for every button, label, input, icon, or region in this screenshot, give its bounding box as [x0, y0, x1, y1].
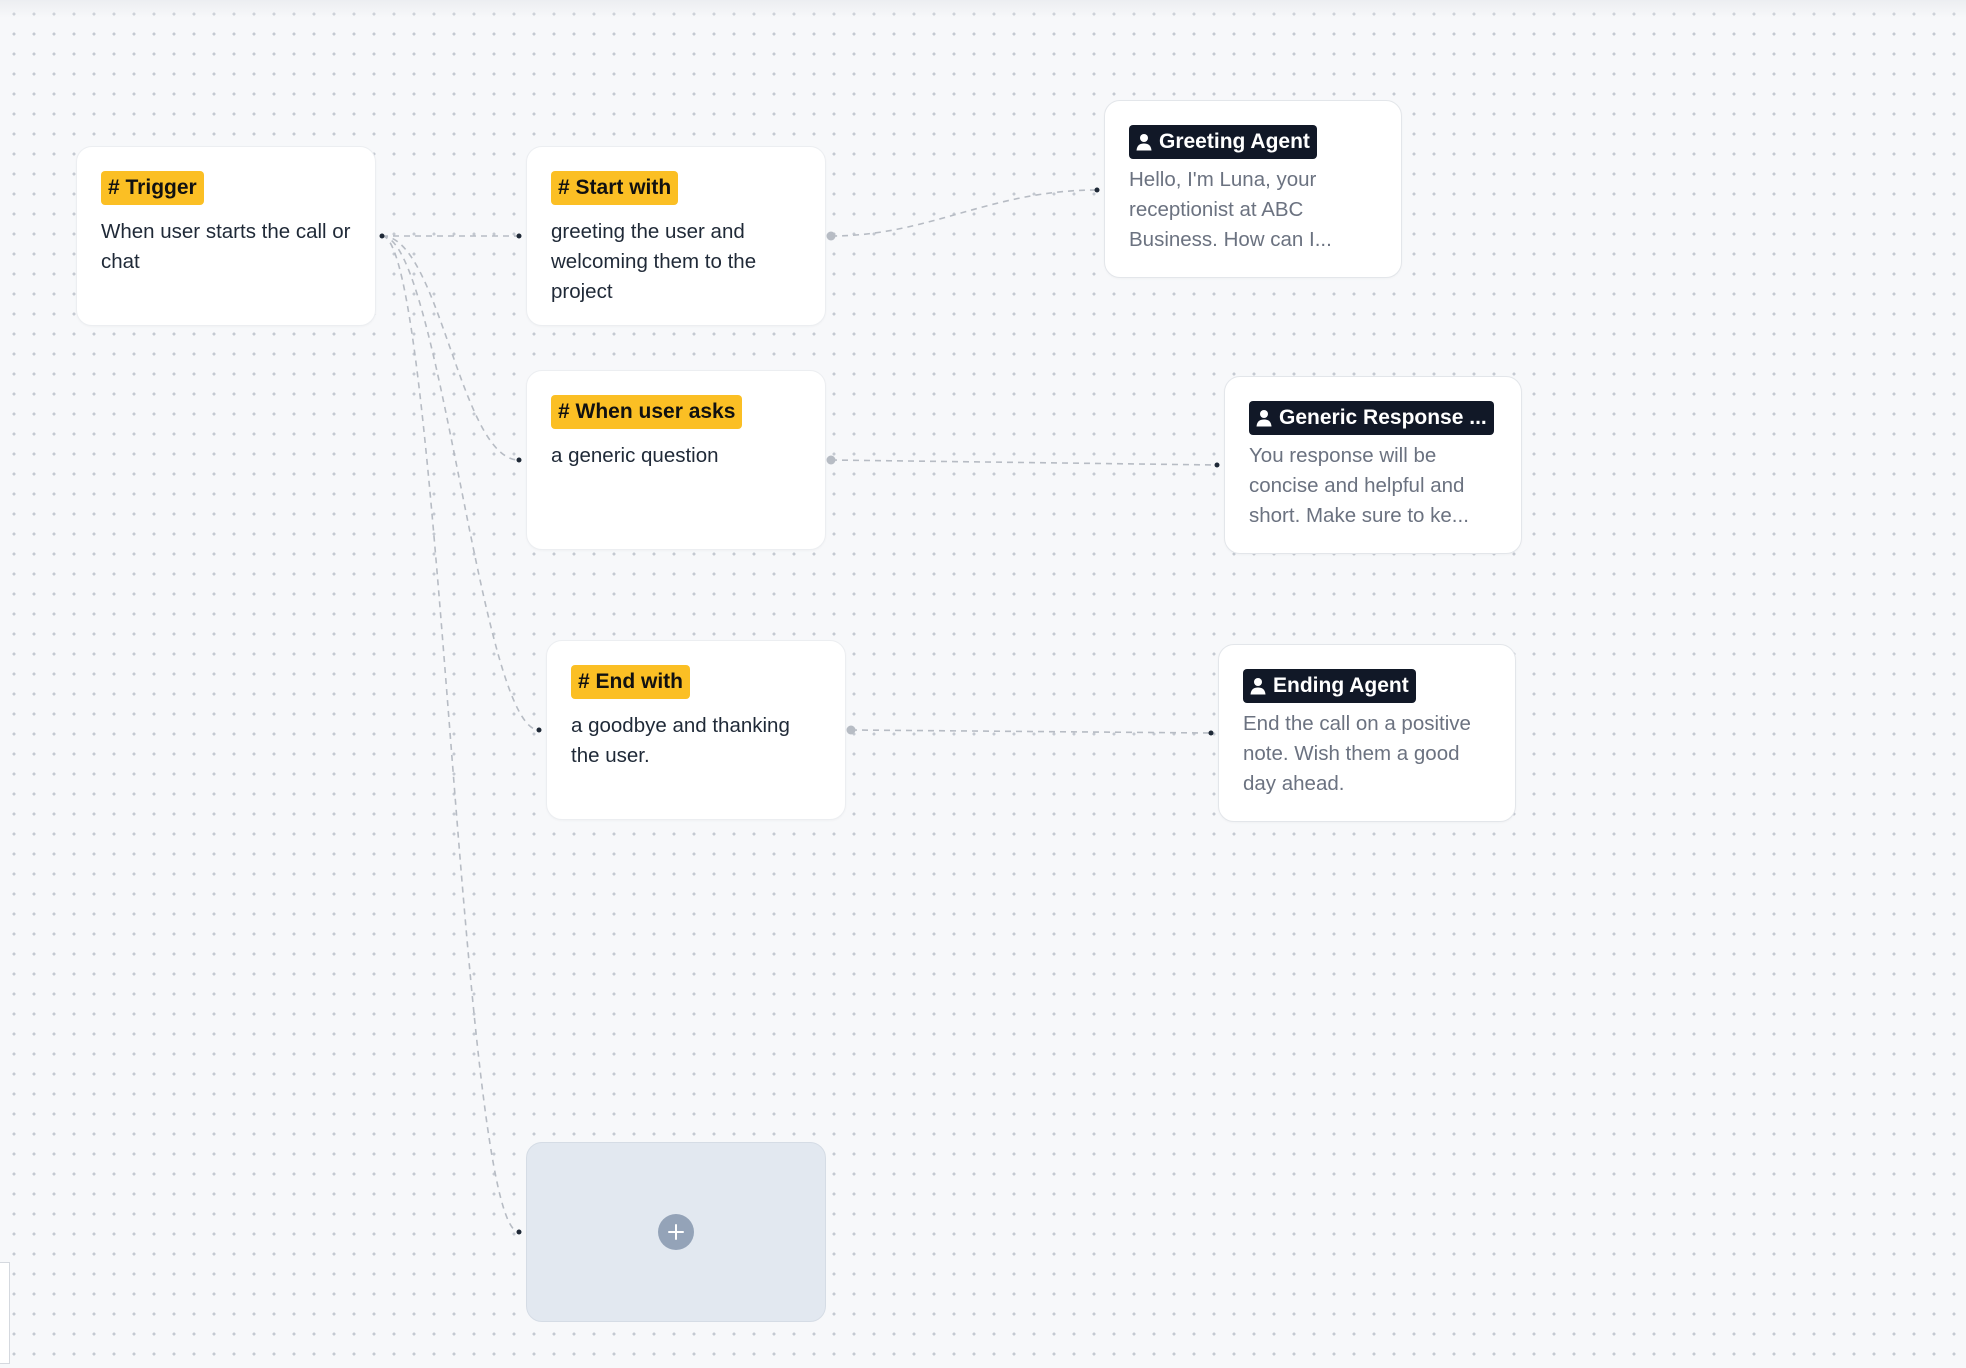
handle-generic-out	[826, 455, 836, 465]
agent-name: Greeting Agent	[1159, 130, 1310, 153]
node-description: a generic question	[551, 444, 719, 467]
agent-tag: Ending Agent	[1243, 669, 1416, 703]
agent-prompt-preview: Hello, I'm Luna, your receptionist at AB…	[1129, 168, 1332, 251]
canvas-controls-panel[interactable]	[0, 1262, 10, 1364]
agent-tag: Greeting Agent	[1129, 125, 1317, 159]
agent-tag: Generic Response ...	[1249, 401, 1494, 435]
user-icon	[1256, 409, 1272, 427]
handle-trigger-out	[379, 233, 385, 239]
end-with-node[interactable]: # End with a goodbye and thanking the us…	[546, 640, 846, 820]
greeting-agent-node[interactable]: Greeting Agent Hello, I'm Luna, your rec…	[1104, 100, 1402, 278]
edge-end-agent	[850, 729, 1212, 734]
edge-start-greeting	[830, 189, 1098, 237]
agent-name: Generic Response ...	[1279, 406, 1487, 429]
when-user-asks-node[interactable]: # When user asks a generic question	[526, 370, 826, 550]
node-description: greeting the user and welcoming them to …	[551, 220, 757, 303]
trigger-node[interactable]: # Trigger When user starts the call or c…	[76, 146, 376, 326]
handle-end-out	[846, 725, 856, 735]
plus-icon[interactable]	[658, 1214, 694, 1250]
handle-ending-in	[1208, 730, 1214, 736]
node-tag: # When user asks	[551, 395, 743, 429]
node-tag: # Trigger	[101, 171, 204, 205]
handle-greeting-in	[1094, 187, 1100, 193]
agent-name: Ending Agent	[1273, 674, 1409, 697]
handle-end-in	[536, 727, 542, 733]
handle-generic-agent-in	[1214, 462, 1220, 468]
node-description: When user starts the call or chat	[101, 220, 351, 273]
user-icon	[1136, 133, 1152, 151]
node-tag: # Start with	[551, 171, 679, 205]
node-description: a goodbye and thanking the user.	[571, 714, 790, 767]
add-node-placeholder[interactable]	[526, 1142, 826, 1322]
handle-generic-in	[516, 457, 522, 463]
edge-trigger-end	[381, 235, 540, 731]
agent-prompt-preview: You response will be concise and helpful…	[1249, 444, 1469, 527]
edge-generic-agent	[830, 459, 1218, 466]
handle-start-out	[826, 231, 836, 241]
agent-prompt-preview: End the call on a positive note. Wish th…	[1243, 712, 1471, 795]
edge-trigger-generic	[381, 235, 520, 461]
generic-response-agent-node[interactable]: Generic Response ... You response will b…	[1224, 376, 1522, 554]
ending-agent-node[interactable]: Ending Agent End the call on a positive …	[1218, 644, 1516, 822]
handle-add-in	[516, 1229, 522, 1235]
edge-trigger-add	[381, 235, 520, 1233]
handle-start-in	[516, 233, 522, 239]
start-with-node[interactable]: # Start with greeting the user and welco…	[526, 146, 826, 326]
node-tag: # End with	[571, 665, 690, 699]
user-icon	[1250, 677, 1266, 695]
